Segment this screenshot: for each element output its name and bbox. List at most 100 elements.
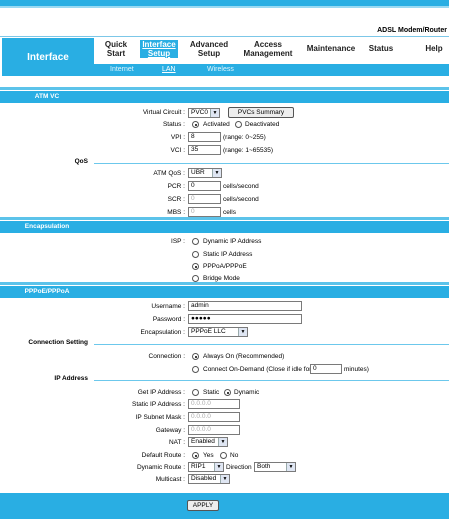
pcr-unit: cells/second [223,183,259,190]
on-demand-radio[interactable] [192,366,199,373]
encapsulation-select[interactable]: PPPoE LLC ▼ [188,327,248,337]
isp-dynamic-label: Dynamic IP Address [203,238,262,245]
direction-value: Both [257,463,271,470]
tab-help[interactable]: Help [420,44,448,53]
username-input[interactable]: admin [188,301,302,311]
top-accent-line [0,6,449,8]
get-ip-dynamic-label: Dynamic [234,389,260,396]
atm-vc-heading: ATM VC [34,93,60,100]
always-on-radio[interactable] [192,353,199,360]
isp-static-label: Static IP Address [203,251,253,258]
default-route-no-radio[interactable] [220,452,227,459]
atm-qos-label: ATM QoS : [153,170,185,177]
atm-qos-select[interactable]: UBR ▼ [188,168,222,178]
chevron-down-icon: ▼ [210,109,219,117]
band-strip [0,87,449,90]
default-route-label: Default Route : [141,452,185,459]
pppoe-heading: PPPoE/PPPoA [24,288,70,295]
status-activated-radio[interactable] [192,121,199,128]
pcr-input[interactable]: 0 [188,181,221,191]
subtab-bar [94,64,449,76]
tab-maintenance[interactable]: Maintenance [304,44,358,53]
scr-input[interactable]: 0 [188,194,221,204]
vci-input[interactable]: 35 [188,145,221,155]
virtual-circuit-select[interactable]: PVC0 ▼ [188,108,220,118]
dynamic-route-select[interactable]: RIP1 ▼ [188,462,224,472]
idle-minutes-input[interactable]: 0 [310,364,342,374]
pcr-label: PCR : [167,183,185,190]
connection-setting-heading: Connection Setting [28,339,88,346]
pvcs-summary-button[interactable]: PVCs Summary [228,107,294,118]
chevron-down-icon: ▼ [218,438,227,446]
mbs-unit: cells [223,209,237,216]
tab-interface-setup[interactable]: Interface Setup [140,40,178,58]
brand-title: ADSL Modem/Router [377,27,447,34]
vpi-range: (range: 0~255) [223,134,266,141]
static-ip-input[interactable]: 0.0.0.0 [188,399,240,409]
status-deactivated-radio[interactable] [235,121,242,128]
vci-label: VCI : [170,147,185,154]
isp-dynamic-radio[interactable] [192,238,199,245]
isp-bridge-radio[interactable] [192,275,199,282]
vpi-label: VPI : [170,134,185,141]
chevron-down-icon: ▼ [238,328,247,336]
apply-button[interactable]: APPLY [187,500,219,511]
status-activated-label: Activated [203,121,230,128]
vci-range: (range: 1~65535) [223,147,274,154]
subnet-mask-label: IP Subnet Mask : [135,414,185,421]
password-label: Password : [152,316,185,323]
qos-divider [94,163,449,164]
scr-unit: cells/second [223,196,259,203]
band-strip [0,217,449,220]
virtual-circuit-value: PVC0 [191,109,208,116]
ip-address-heading: IP Address [54,375,88,382]
status-label: Status : [162,121,185,128]
encapsulation-heading: Encapsulation [24,223,70,230]
scr-label: SCR : [167,196,185,203]
isp-static-radio[interactable] [192,251,199,258]
isp-pppoe-radio[interactable] [192,263,199,270]
always-on-label: Always On (Recommended) [203,353,285,360]
multicast-select[interactable]: Disabled ▼ [188,474,230,484]
static-ip-label: Static IP Address : [132,401,185,408]
isp-pppoe-label: PPPoA/PPPoE [203,263,247,270]
tab-access-management[interactable]: Access Management [240,40,296,58]
chevron-down-icon: ▼ [214,463,223,471]
get-ip-label: Get IP Address : [137,389,185,396]
ip-divider [94,380,449,381]
get-ip-dynamic-radio[interactable] [224,389,231,396]
subtab-internet[interactable]: Internet [110,66,134,73]
dynamic-route-value: RIP1 [191,463,206,470]
gateway-label: Gateway : [155,427,185,434]
nat-value: Enabled [191,438,215,445]
tab-advanced-setup[interactable]: Advanced Setup [186,40,232,58]
chevron-down-icon: ▼ [220,475,229,483]
vpi-input[interactable]: 8 [188,132,221,142]
username-label: Username : [151,303,185,310]
mbs-label: MBS : [167,209,185,216]
subnet-mask-input[interactable]: 0.0.0.0 [188,412,240,422]
footer-bar [0,493,449,519]
password-input[interactable]: ●●●●● [188,314,302,324]
get-ip-static-radio[interactable] [192,389,199,396]
encapsulation-label: Encapsulation : [140,329,185,336]
get-ip-static-label: Static [203,389,220,396]
direction-select[interactable]: Both ▼ [254,462,296,472]
default-route-no-label: No [230,452,239,459]
nat-select[interactable]: Enabled ▼ [188,437,228,447]
qos-heading: QoS [74,158,88,165]
direction-label: Direction [226,464,252,471]
dynamic-route-label: Dynamic Route : [136,464,185,471]
subtab-lan[interactable]: LAN [162,66,176,73]
mbs-input[interactable]: 0 [188,207,221,217]
subtab-wireless[interactable]: Wireless [207,66,234,73]
default-route-yes-radio[interactable] [192,452,199,459]
status-deactivated-label: Deactivated [245,121,280,128]
tab-status[interactable]: Status [364,44,398,53]
tab-quick-start[interactable]: Quick Start [100,40,132,58]
nat-label: NAT : [168,439,185,446]
default-route-yes-label: Yes [203,452,214,459]
atm-qos-value: UBR [191,169,205,176]
connection-divider [94,344,449,345]
gateway-input[interactable]: 0.0.0.0 [188,425,240,435]
